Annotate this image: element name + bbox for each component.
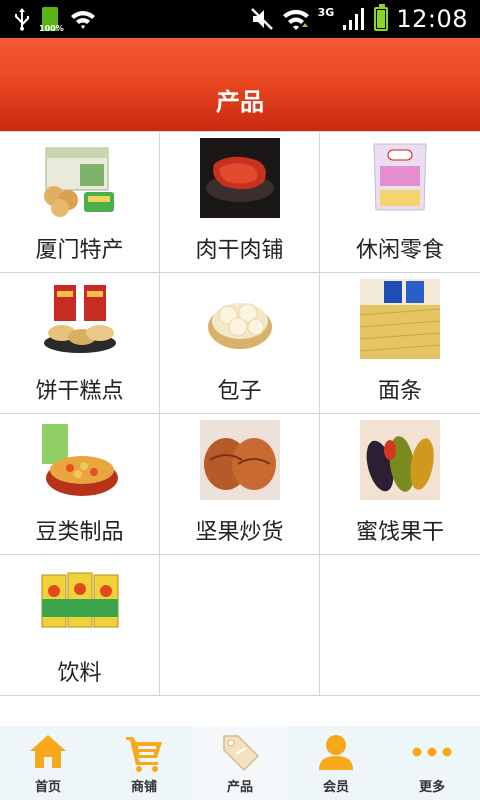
wifi-question-icon <box>71 11 95 29</box>
category-label: 面条 <box>377 379 422 404</box>
category-item-drinks[interactable]: 饮料 <box>0 555 160 696</box>
category-item-dried-meat[interactable]: 肉干肉铺 <box>160 132 320 273</box>
nav-label: 会员 <box>322 780 349 795</box>
tag-icon <box>223 735 260 772</box>
category-item-candied-fruits[interactable]: 蜜饯果干 <box>320 414 480 555</box>
category-item-xiamen-specialty[interactable]: 厦门特产 <box>0 132 160 273</box>
category-label: 肉干肉铺 <box>195 238 284 263</box>
category-label: 厦门特产 <box>35 238 124 263</box>
category-label: 休闲零食 <box>355 238 444 263</box>
category-empty-cell <box>320 555 480 696</box>
nav-item-home[interactable]: 首页 <box>0 726 96 800</box>
category-grid: 厦门特产 肉干肉铺 休闲零食 饼干糕点 包子 面条 豆类制品 坚果炒货 蜜饯果干… <box>0 131 480 696</box>
drink-cartons-image <box>40 561 120 641</box>
category-item-leisure-snacks[interactable]: 休闲零食 <box>320 132 480 273</box>
usb-icon <box>15 8 29 31</box>
nav-item-shops[interactable]: 商铺 <box>96 726 192 800</box>
battery-full-icon: 100% <box>39 7 64 33</box>
page-title: 产品 <box>216 88 264 116</box>
nav-label: 商铺 <box>130 780 157 795</box>
dried-meat-image <box>200 138 280 218</box>
category-label: 饮料 <box>57 661 102 686</box>
category-item-noodles[interactable]: 面条 <box>320 273 480 414</box>
network-type-label: 3G <box>317 5 335 19</box>
category-item-steamed-buns[interactable]: 包子 <box>160 273 320 414</box>
user-icon <box>319 735 353 770</box>
snack-bag-image <box>360 138 440 218</box>
steamed-bun-image <box>200 279 280 359</box>
battery-percent: 100% <box>39 24 64 33</box>
home-icon <box>30 735 66 768</box>
nav-item-member[interactable]: 会员 <box>288 726 384 800</box>
category-label: 蜜饯果干 <box>355 520 444 545</box>
shopping-cart-icon <box>126 737 162 772</box>
nav-label: 更多 <box>418 780 445 795</box>
signal-icon <box>343 8 365 30</box>
category-label: 坚果炒货 <box>195 520 284 545</box>
category-label: 包子 <box>217 379 262 404</box>
battery-icon <box>374 4 389 31</box>
nav-item-products[interactable]: 产品 <box>192 726 288 800</box>
bottom-nav: 首页 商铺 产品 会员 更多 <box>0 726 480 800</box>
dried-fruit-image <box>360 420 440 500</box>
nuts-image <box>200 420 280 500</box>
more-dots-icon <box>412 747 452 757</box>
bean-snack-image <box>40 420 120 500</box>
category-item-biscuits-pastries[interactable]: 饼干糕点 <box>0 273 160 414</box>
wifi-icon <box>282 9 309 30</box>
nav-label: 首页 <box>34 780 61 795</box>
gift-box-image <box>44 147 114 217</box>
mute-icon <box>250 8 273 30</box>
noodles-image <box>360 279 440 359</box>
category-empty-cell <box>160 555 320 696</box>
category-label: 豆类制品 <box>35 520 124 545</box>
nav-item-more[interactable]: 更多 <box>384 726 480 800</box>
page-header: 产品 <box>0 38 480 131</box>
status-bar: 100% 3G 12:08 <box>0 0 480 38</box>
pastry-image <box>40 279 120 359</box>
category-item-bean-products[interactable]: 豆类制品 <box>0 414 160 555</box>
nav-label: 产品 <box>226 780 253 795</box>
category-label: 饼干糕点 <box>35 379 124 404</box>
category-item-nuts-roasted[interactable]: 坚果炒货 <box>160 414 320 555</box>
clock: 12:08 <box>396 5 468 33</box>
